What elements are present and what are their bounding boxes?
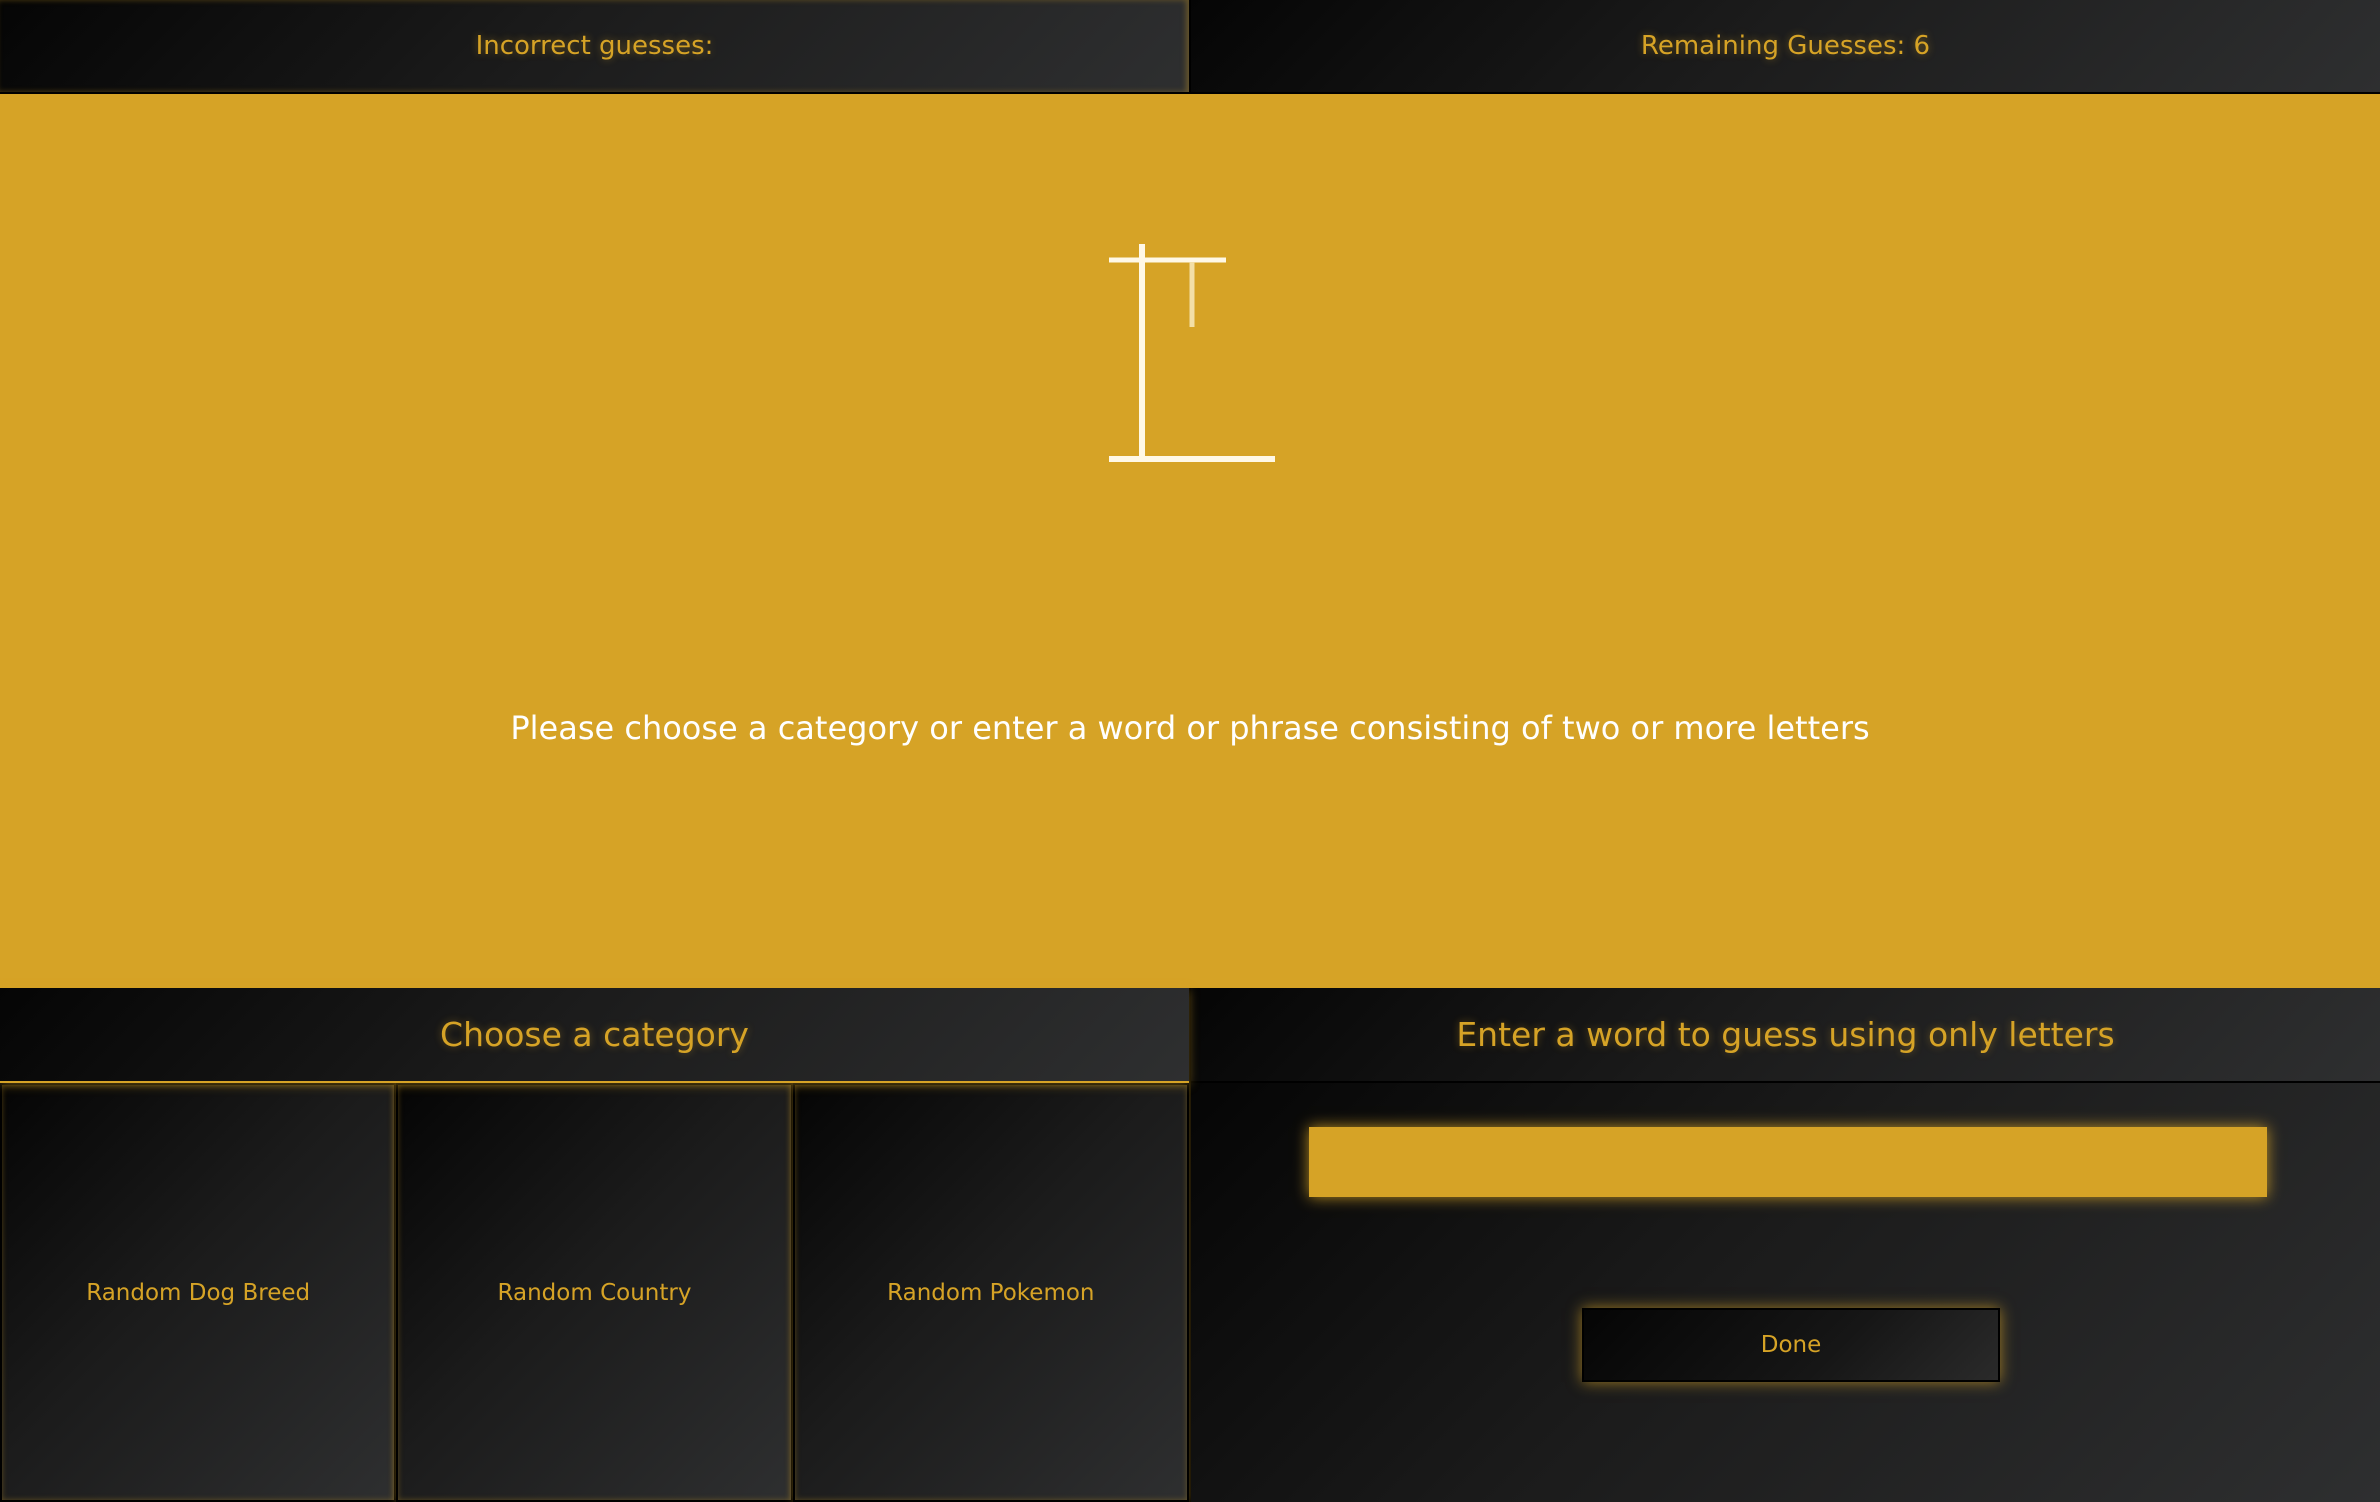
- incorrect-guesses-label: Incorrect guesses:: [475, 31, 714, 61]
- game-stage: Please choose a category or enter a word…: [0, 94, 2380, 988]
- status-bar: Incorrect guesses: Remaining Guesses: 6: [0, 0, 2380, 94]
- word-entry-panel: Enter a word to guess using only letters…: [1191, 988, 2380, 1502]
- remaining-guesses-label: Remaining Guesses: 6: [1640, 31, 1931, 61]
- category-list: Random Dog Breed Random Country Random P…: [0, 1083, 1189, 1502]
- gallows-drawing: [1109, 244, 1275, 462]
- incorrect-guesses-panel: Incorrect guesses:: [0, 0, 1191, 94]
- done-button[interactable]: Done: [1582, 1308, 2000, 1382]
- random-pokemon-button[interactable]: Random Pokemon: [792, 1083, 1189, 1502]
- controls-area: Choose a category Random Dog Breed Rando…: [0, 988, 2380, 1502]
- category-panel: Choose a category Random Dog Breed Rando…: [0, 988, 1191, 1502]
- word-input[interactable]: [1309, 1127, 2267, 1197]
- random-country-button[interactable]: Random Country: [396, 1083, 793, 1502]
- instruction-message: Please choose a category or enter a word…: [510, 709, 1870, 747]
- random-dog-breed-button[interactable]: Random Dog Breed: [0, 1083, 397, 1502]
- remaining-guesses-panel: Remaining Guesses: 6: [1191, 0, 2380, 94]
- word-entry-header: Enter a word to guess using only letters: [1191, 988, 2380, 1083]
- word-entry-area: Done: [1191, 1083, 2380, 1502]
- category-header: Choose a category: [0, 988, 1189, 1083]
